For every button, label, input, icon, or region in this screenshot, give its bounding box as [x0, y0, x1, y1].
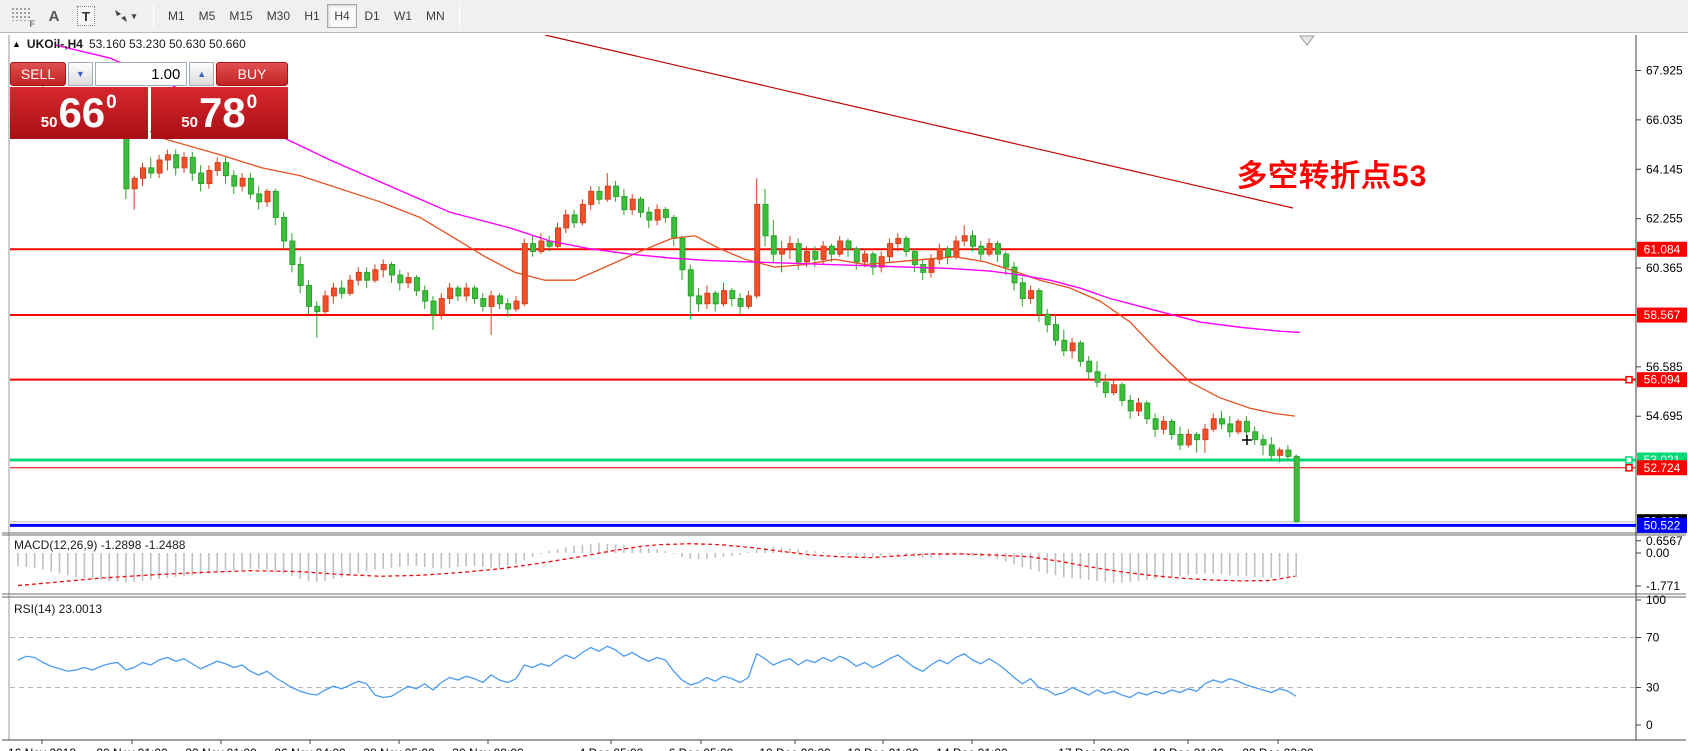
date-tick-label: 22 Nov 01:00: [185, 746, 257, 751]
price-tick-label: 66.035: [1646, 113, 1683, 127]
ohlc-values: 53.160 53.230 50.630 50.660: [89, 37, 246, 51]
date-tick-label: 4 Dec 05:00: [579, 746, 644, 751]
timeframe-button-h1[interactable]: H1: [297, 4, 327, 28]
volume-up-button[interactable]: ▲: [189, 62, 214, 86]
toolbar-separator: [459, 4, 460, 28]
rsi-line: [18, 646, 1296, 697]
candles: [16, 84, 1299, 522]
price-badge-61.084: 61.084: [1637, 242, 1687, 257]
price-tick-label: 67.925: [1646, 63, 1683, 77]
price-badge-58.567: 58.567: [1637, 308, 1687, 323]
rsi-axis-label: 0: [1646, 718, 1653, 732]
cross-marker-icon[interactable]: [1242, 435, 1252, 445]
svg-text:50.522: 50.522: [1644, 518, 1681, 532]
timeframe-button-w1[interactable]: W1: [387, 4, 419, 28]
timeframe-button-m5[interactable]: M5: [192, 4, 223, 28]
date-tick-label: 26 Nov 04:00: [274, 746, 346, 751]
svg-text:61.084: 61.084: [1644, 242, 1681, 256]
ask-pip-digit: 0: [247, 92, 258, 114]
bid-pip-digit: 0: [106, 92, 117, 114]
price-badge-50.522: 50.522: [1637, 518, 1687, 533]
rsi-axis-label: 70: [1646, 631, 1660, 645]
arrow-tool-icon[interactable]: A: [40, 4, 68, 28]
rsi-axis-label: 100: [1646, 593, 1666, 607]
buy-button[interactable]: BUY: [216, 62, 288, 86]
bid-price-box[interactable]: 50 66 0: [10, 87, 148, 139]
timeframe-bar: M1M5M15M30H1H4D1W1MN: [161, 4, 452, 28]
svg-text:52.724: 52.724: [1644, 461, 1681, 475]
date-tick-label: 16 Nov 2018: [8, 746, 76, 751]
timeframe-button-h4[interactable]: H4: [327, 4, 357, 28]
macd-axis-label: 0.00: [1646, 546, 1670, 560]
ask-big-digits: 78: [199, 92, 246, 134]
text-tool-icon[interactable]: T: [72, 4, 100, 28]
rsi-label: RSI(14) 23.0013: [14, 602, 102, 616]
chart-shift-marker-icon[interactable]: [1300, 36, 1314, 45]
chart-canvas[interactable]: 67.92566.03564.14562.25560.36556.58554.6…: [0, 33, 1688, 751]
dropdown-caret-icon[interactable]: ▾: [132, 11, 137, 22]
collapse-arrow-icon[interactable]: ▲: [12, 39, 21, 49]
chart-window[interactable]: 67.92566.03564.14562.25560.36556.58554.6…: [0, 33, 1688, 751]
rsi-panel[interactable]: [10, 638, 1636, 698]
mt4-application-window: F A T ▾ M1M5M15M30H1H4D1W1MN 67.925 66.03…: [0, 0, 1688, 751]
chart-grid-f-icon[interactable]: F: [8, 4, 36, 28]
bid-big-digits: 66: [58, 92, 105, 134]
bid-prefix: 50: [41, 114, 58, 131]
horizontal-lines: [10, 249, 1636, 525]
macd-panel[interactable]: [18, 543, 1296, 586]
date-axis: 16 Nov 2018 20 Nov 01:00 22 Nov 01:00 26 No…: [8, 740, 1314, 751]
macd-axis-label: -1.771: [1646, 579, 1680, 593]
date-tick-label: 14 Dec 01:00: [936, 746, 1008, 751]
volume-down-button[interactable]: ▼: [68, 62, 93, 86]
volume-box: [95, 62, 188, 86]
toolbar-separator: [153, 4, 154, 28]
date-tick-label: 10 Dec 00:00: [759, 746, 831, 751]
chart-title: ▲ UKOil-,H4 53.160 53.230 50.630 50.660: [12, 37, 246, 51]
date-tick-label: 30 Nov 09:00: [452, 746, 524, 751]
line-handle[interactable]: [1626, 457, 1632, 463]
timeframe-button-d1[interactable]: D1: [357, 4, 387, 28]
timeframe-button-m1[interactable]: M1: [161, 4, 192, 28]
ask-prefix: 50: [181, 114, 198, 131]
price-badge-56.094: 56.094: [1637, 372, 1687, 387]
macd-label: MACD(12,26,9) -1.2898 -1.2488: [14, 538, 185, 552]
svg-text:56.094: 56.094: [1644, 373, 1681, 387]
price-badge-52.724: 52.724: [1637, 460, 1687, 475]
price-tick-label: 54.695: [1646, 409, 1683, 423]
price-tick-label: 60.365: [1646, 261, 1683, 275]
arrows-objects-icon[interactable]: ▾: [104, 4, 144, 28]
date-tick-label: 6 Dec 05:00: [669, 746, 734, 751]
timeframe-button-mn[interactable]: MN: [419, 4, 452, 28]
rsi-axis-label: 30: [1646, 681, 1660, 695]
one-click-trading-panel: SELL ▼ ▲ BUY 50 66 0 50 78 0: [10, 62, 288, 139]
arrows-objects-glyph: [112, 8, 130, 24]
toolbar: F A T ▾ M1M5M15M30H1H4D1W1MN: [0, 0, 1688, 33]
price-tick-label: 62.255: [1646, 212, 1683, 226]
resistance-trendline[interactable]: [545, 35, 1293, 208]
date-tick-label: 19 Dec 21:00: [1152, 746, 1224, 751]
text-tool-glyph: T: [77, 6, 95, 26]
sell-button[interactable]: SELL: [10, 62, 66, 86]
date-tick-label: 28 Nov 05:00: [363, 746, 435, 751]
timeframe-button-m15[interactable]: M15: [222, 4, 259, 28]
ma-fast-line[interactable]: [150, 131, 1295, 416]
date-tick-label: 23 Dec 23:00: [1242, 746, 1314, 751]
chart-annotation-text: 多空转折点53: [1237, 151, 1427, 195]
svg-text:58.567: 58.567: [1644, 308, 1681, 322]
symbol-label: UKOil-,H4: [27, 37, 83, 51]
volume-input[interactable]: [96, 63, 187, 85]
line-handle[interactable]: [1626, 377, 1632, 383]
price-tick-label: 64.145: [1646, 162, 1683, 176]
ask-price-box[interactable]: 50 78 0: [151, 87, 289, 139]
date-tick-label: 20 Nov 01:00: [96, 746, 168, 751]
date-tick-label: 12 Dec 01:00: [847, 746, 919, 751]
date-tick-label: 17 Dec 20:00: [1058, 746, 1130, 751]
line-handle[interactable]: [1626, 465, 1632, 471]
timeframe-button-m30[interactable]: M30: [260, 4, 297, 28]
